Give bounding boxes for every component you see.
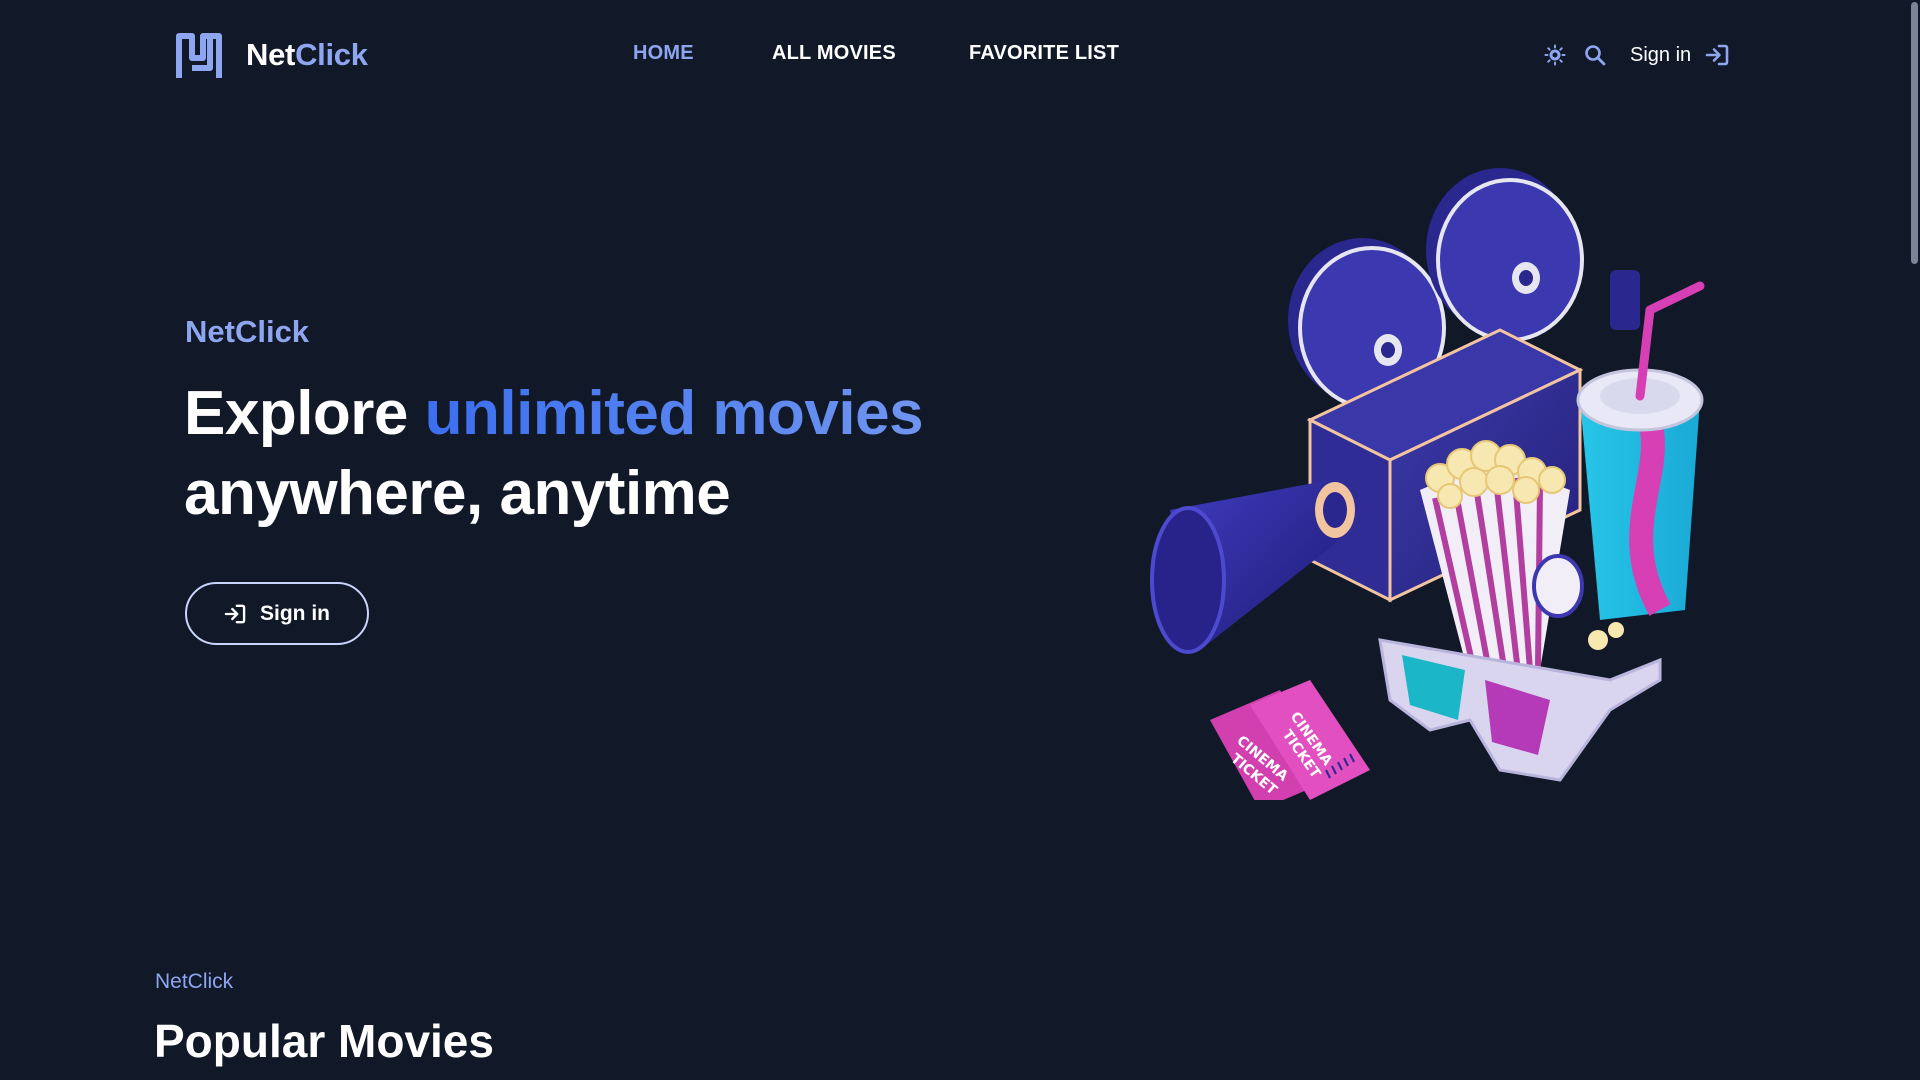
header-signin-label: Sign in (1630, 43, 1692, 66)
search-button[interactable] (1580, 40, 1610, 70)
site-header: NetClick HOME ALL MOVIES FAVORITE LIST S… (0, 0, 1908, 110)
nav-home[interactable]: HOME (633, 42, 694, 65)
cinema-illustration: CINEMA TICKET CINEMA TICKET (1150, 168, 1705, 800)
popular-eyebrow: NetClick (155, 970, 234, 993)
page-scrollbar[interactable] (1908, 0, 1920, 1080)
hero-title-accent: unlimited movies (424, 379, 924, 448)
search-icon (1585, 45, 1606, 66)
hero-signin-label: Sign in (260, 601, 330, 625)
theme-toggle-button[interactable] (1540, 40, 1570, 70)
sign-in-icon (224, 604, 246, 623)
soda-cup (1576, 281, 1705, 620)
film-reel-right (1426, 168, 1584, 342)
hero-title-line2: anywhere, anytime (184, 459, 731, 528)
nav-favorite-list[interactable]: FAVORITE LIST (969, 42, 1119, 65)
cinema-tickets: CINEMA TICKET CINEMA TICKET (1210, 680, 1370, 800)
hero-title-part1: Explore (184, 379, 425, 448)
header-actions: Sign in (1540, 40, 1729, 70)
hero-eyebrow: NetClick (185, 314, 310, 349)
hero-signin-button[interactable]: Sign in (185, 582, 369, 645)
hero-title: Explore unlimited movies anywhere, anytim… (184, 374, 924, 534)
sign-in-icon (1705, 44, 1729, 66)
nav-all-movies[interactable]: ALL MOVIES (772, 42, 896, 65)
popular-movies-title: Popular Movies (154, 1015, 494, 1067)
scrollbar-thumb[interactable] (1911, 2, 1918, 264)
sun-icon (1544, 44, 1566, 66)
header-signin-link[interactable]: Sign in (1630, 44, 1729, 67)
